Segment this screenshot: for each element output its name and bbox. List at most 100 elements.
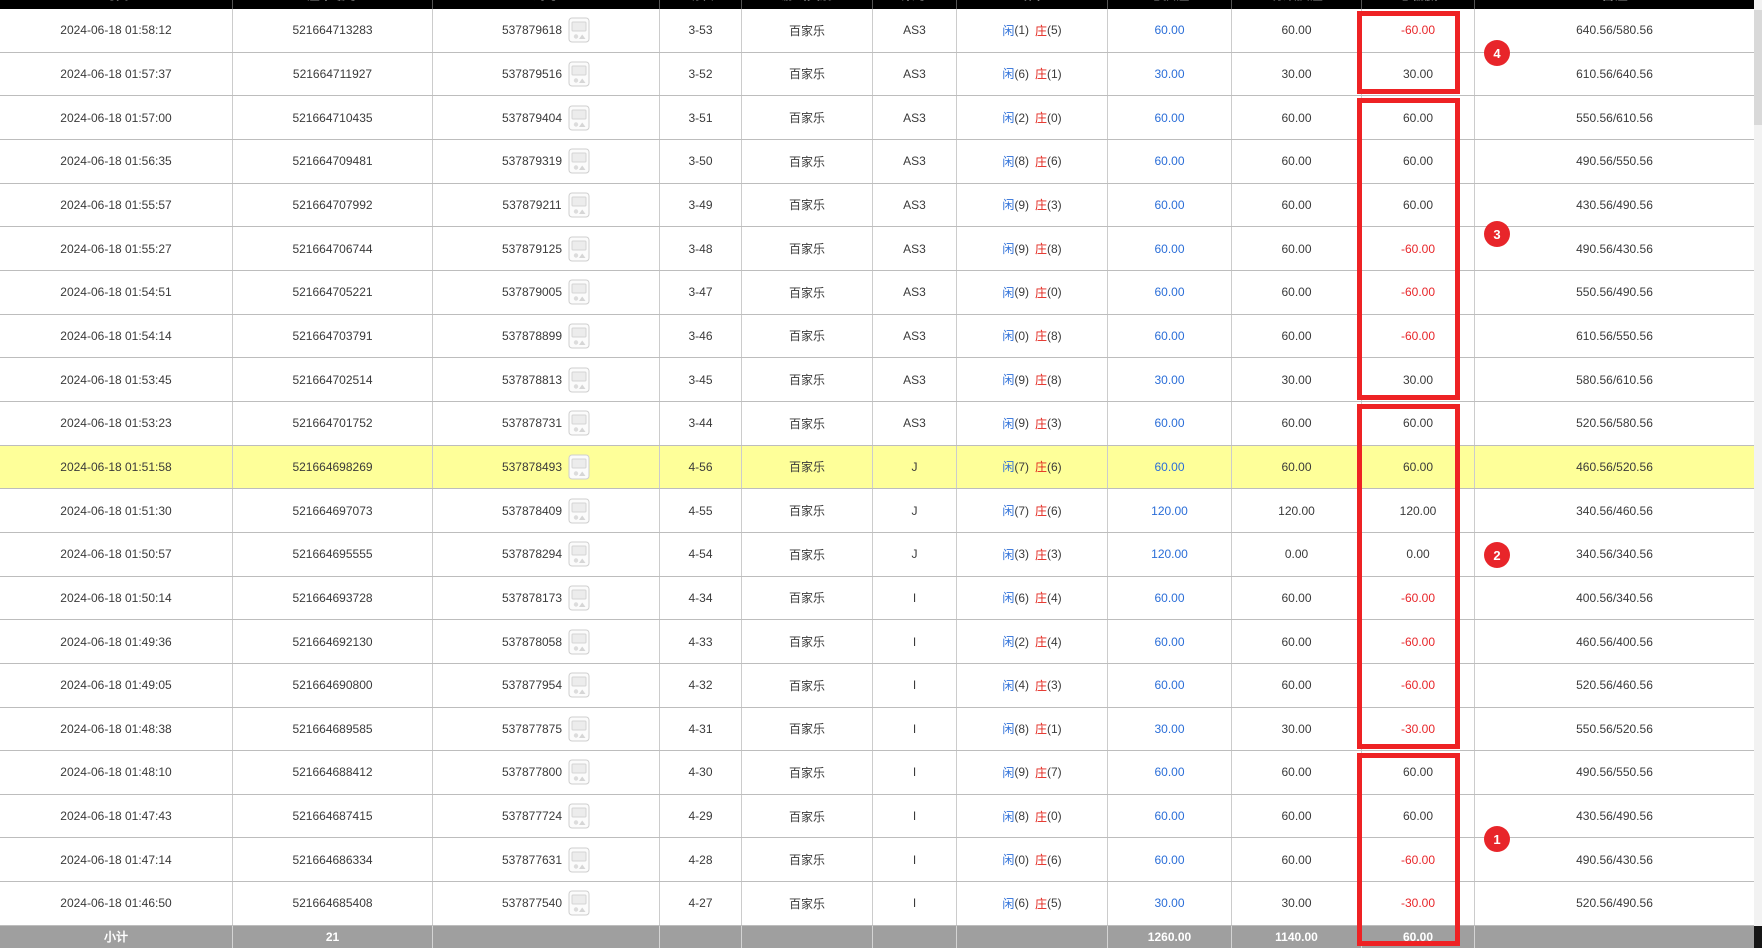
total-bet-cell: 30.00 <box>1108 358 1232 401</box>
game-record-icon[interactable] <box>568 454 590 480</box>
table-row[interactable]: 2024-06-18 01:55:57 521664707992 5378792… <box>0 184 1754 228</box>
player-result-points: (6) <box>1014 896 1029 910</box>
table-row[interactable]: 2024-06-18 01:49:36 521664692130 5378780… <box>0 620 1754 664</box>
game-record-icon[interactable] <box>568 498 590 524</box>
table-row[interactable]: 2024-06-18 01:53:23 521664701752 5378787… <box>0 402 1754 446</box>
game-record-icon[interactable] <box>568 105 590 131</box>
game-record-icon[interactable] <box>568 629 590 655</box>
game-record-icon[interactable] <box>568 236 590 262</box>
table-row[interactable]: 2024-06-18 01:55:27 521664706744 5378791… <box>0 227 1754 271</box>
total-bet-link[interactable]: 120.00 <box>1151 504 1188 518</box>
table-number-value: I <box>913 722 916 736</box>
table-row[interactable]: 2024-06-18 01:57:00 521664710435 5378794… <box>0 96 1754 140</box>
game-record-icon[interactable] <box>568 323 590 349</box>
total-bet-link[interactable]: 60.00 <box>1154 154 1184 168</box>
total-bet-link[interactable]: 60.00 <box>1154 111 1184 125</box>
table-row[interactable]: 2024-06-18 01:46:50 521664685408 5378775… <box>0 882 1754 926</box>
table-row[interactable]: 2024-06-18 01:48:10 521664688412 5378778… <box>0 751 1754 795</box>
game-type-value: 百家乐 <box>789 240 825 257</box>
total-bet-link[interactable]: 60.00 <box>1154 678 1184 692</box>
remark-value: 580.56/610.56 <box>1576 373 1653 387</box>
table-row[interactable]: 2024-06-18 01:47:14 521664686334 5378776… <box>0 838 1754 882</box>
total-bet-cell: 30.00 <box>1108 53 1232 96</box>
session-cell: 3-44 <box>660 402 742 445</box>
subtotal-valid-bet: 1140.00 <box>1275 930 1318 944</box>
win-loss-value: -60.00 <box>1401 23 1435 37</box>
vertical-scrollbar[interactable] <box>1754 0 1762 948</box>
table-row[interactable]: 2024-06-18 01:58:12 521664713283 5378796… <box>0 9 1754 53</box>
player-result-label: 闲 <box>1002 22 1014 39</box>
player-result-label: 闲 <box>1002 327 1014 344</box>
game-record-icon[interactable] <box>568 541 590 567</box>
game-record-icon[interactable] <box>568 410 590 436</box>
scrollbar-thumb[interactable] <box>1754 10 1762 125</box>
total-bet-link[interactable]: 60.00 <box>1154 765 1184 779</box>
table-row[interactable]: 2024-06-18 01:57:37 521664711927 5378795… <box>0 53 1754 97</box>
game-record-icon[interactable] <box>568 61 590 87</box>
table-row[interactable]: 2024-06-18 01:54:14 521664703791 5378788… <box>0 315 1754 359</box>
table-row[interactable]: 2024-06-18 01:50:57 521664695555 5378782… <box>0 533 1754 577</box>
total-bet-link[interactable]: 60.00 <box>1154 416 1184 430</box>
total-bet-link[interactable]: 30.00 <box>1154 896 1184 910</box>
table-row[interactable]: 2024-06-18 01:49:05 521664690800 5378779… <box>0 664 1754 708</box>
total-bet-link[interactable]: 30.00 <box>1154 722 1184 736</box>
win-loss-cell: -60.00 <box>1362 664 1475 707</box>
time-cell: 2024-06-18 01:49:36 <box>0 620 233 663</box>
table-row[interactable]: 2024-06-18 01:56:35 521664709481 5378793… <box>0 140 1754 184</box>
session-value: 3-53 <box>688 23 712 37</box>
round-number-value: 537878731 <box>502 416 562 430</box>
table-row[interactable]: 2024-06-18 01:51:30 521664697073 5378784… <box>0 489 1754 533</box>
game-record-icon[interactable] <box>568 17 590 43</box>
round-number-cell: 537879618 <box>433 9 660 52</box>
game-record-icon[interactable] <box>568 759 590 785</box>
table-row[interactable]: 2024-06-18 01:50:14 521664693728 5378781… <box>0 577 1754 621</box>
table-row[interactable]: 2024-06-18 01:48:38 521664689585 5378778… <box>0 708 1754 752</box>
total-bet-link[interactable]: 30.00 <box>1154 67 1184 81</box>
total-bet-link[interactable]: 60.00 <box>1154 242 1184 256</box>
remark-value: 490.56/550.56 <box>1576 154 1653 168</box>
game-record-icon[interactable] <box>568 716 590 742</box>
game-record-icon[interactable] <box>568 192 590 218</box>
valid-bet-value: 30.00 <box>1281 373 1311 387</box>
win-loss-cell: 60.00 <box>1362 751 1475 794</box>
total-bet-link[interactable]: 120.00 <box>1151 547 1188 561</box>
result-cell: 闲(4) 庄(3) <box>957 664 1108 707</box>
total-bet-link[interactable]: 60.00 <box>1154 853 1184 867</box>
total-bet-link[interactable]: 60.00 <box>1154 285 1184 299</box>
win-loss-cell: -30.00 <box>1362 882 1475 925</box>
round-number-cell: 537878409 <box>433 489 660 532</box>
remark-cell: 460.56/520.56 <box>1475 446 1754 489</box>
total-bet-link[interactable]: 60.00 <box>1154 23 1184 37</box>
total-bet-link[interactable]: 60.00 <box>1154 329 1184 343</box>
remark-value: 340.56/340.56 <box>1576 547 1653 561</box>
game-record-icon[interactable] <box>568 672 590 698</box>
table-row[interactable]: 2024-06-18 01:51:58 521664698269 5378784… <box>0 446 1754 490</box>
remark-cell: 430.56/490.56 <box>1475 184 1754 227</box>
total-bet-link[interactable]: 60.00 <box>1154 809 1184 823</box>
game-record-icon[interactable] <box>568 279 590 305</box>
game-record-icon[interactable] <box>568 803 590 829</box>
table-row[interactable]: 2024-06-18 01:54:51 521664705221 5378790… <box>0 271 1754 315</box>
total-bet-link[interactable]: 30.00 <box>1154 373 1184 387</box>
bet-records-table: 时间注单编号局号场次游戏类别桌号结果总投注有效投注总输赢备注 2024-06-1… <box>0 0 1762 948</box>
game-record-icon[interactable] <box>568 890 590 916</box>
banker-result-label: 庄 <box>1035 22 1047 39</box>
session-value: 4-29 <box>688 809 712 823</box>
game-type-cell: 百家乐 <box>742 489 873 532</box>
total-bet-link[interactable]: 60.00 <box>1154 635 1184 649</box>
session-value: 4-27 <box>688 896 712 910</box>
game-record-icon[interactable] <box>568 367 590 393</box>
col-header-label-remark: 备注 <box>1475 0 1754 5</box>
table-row[interactable]: 2024-06-18 01:53:45 521664702514 5378788… <box>0 358 1754 402</box>
time-value: 2024-06-18 01:49:05 <box>60 678 171 692</box>
remark-value: 430.56/490.56 <box>1576 198 1653 212</box>
total-bet-link[interactable]: 60.00 <box>1154 460 1184 474</box>
player-result-label: 闲 <box>1002 284 1014 301</box>
total-bet-link[interactable]: 60.00 <box>1154 198 1184 212</box>
banker-result-label: 庄 <box>1035 109 1047 126</box>
game-record-icon[interactable] <box>568 148 590 174</box>
game-record-icon[interactable] <box>568 847 590 873</box>
total-bet-link[interactable]: 60.00 <box>1154 591 1184 605</box>
game-record-icon[interactable] <box>568 585 590 611</box>
table-row[interactable]: 2024-06-18 01:47:43 521664687415 5378777… <box>0 795 1754 839</box>
